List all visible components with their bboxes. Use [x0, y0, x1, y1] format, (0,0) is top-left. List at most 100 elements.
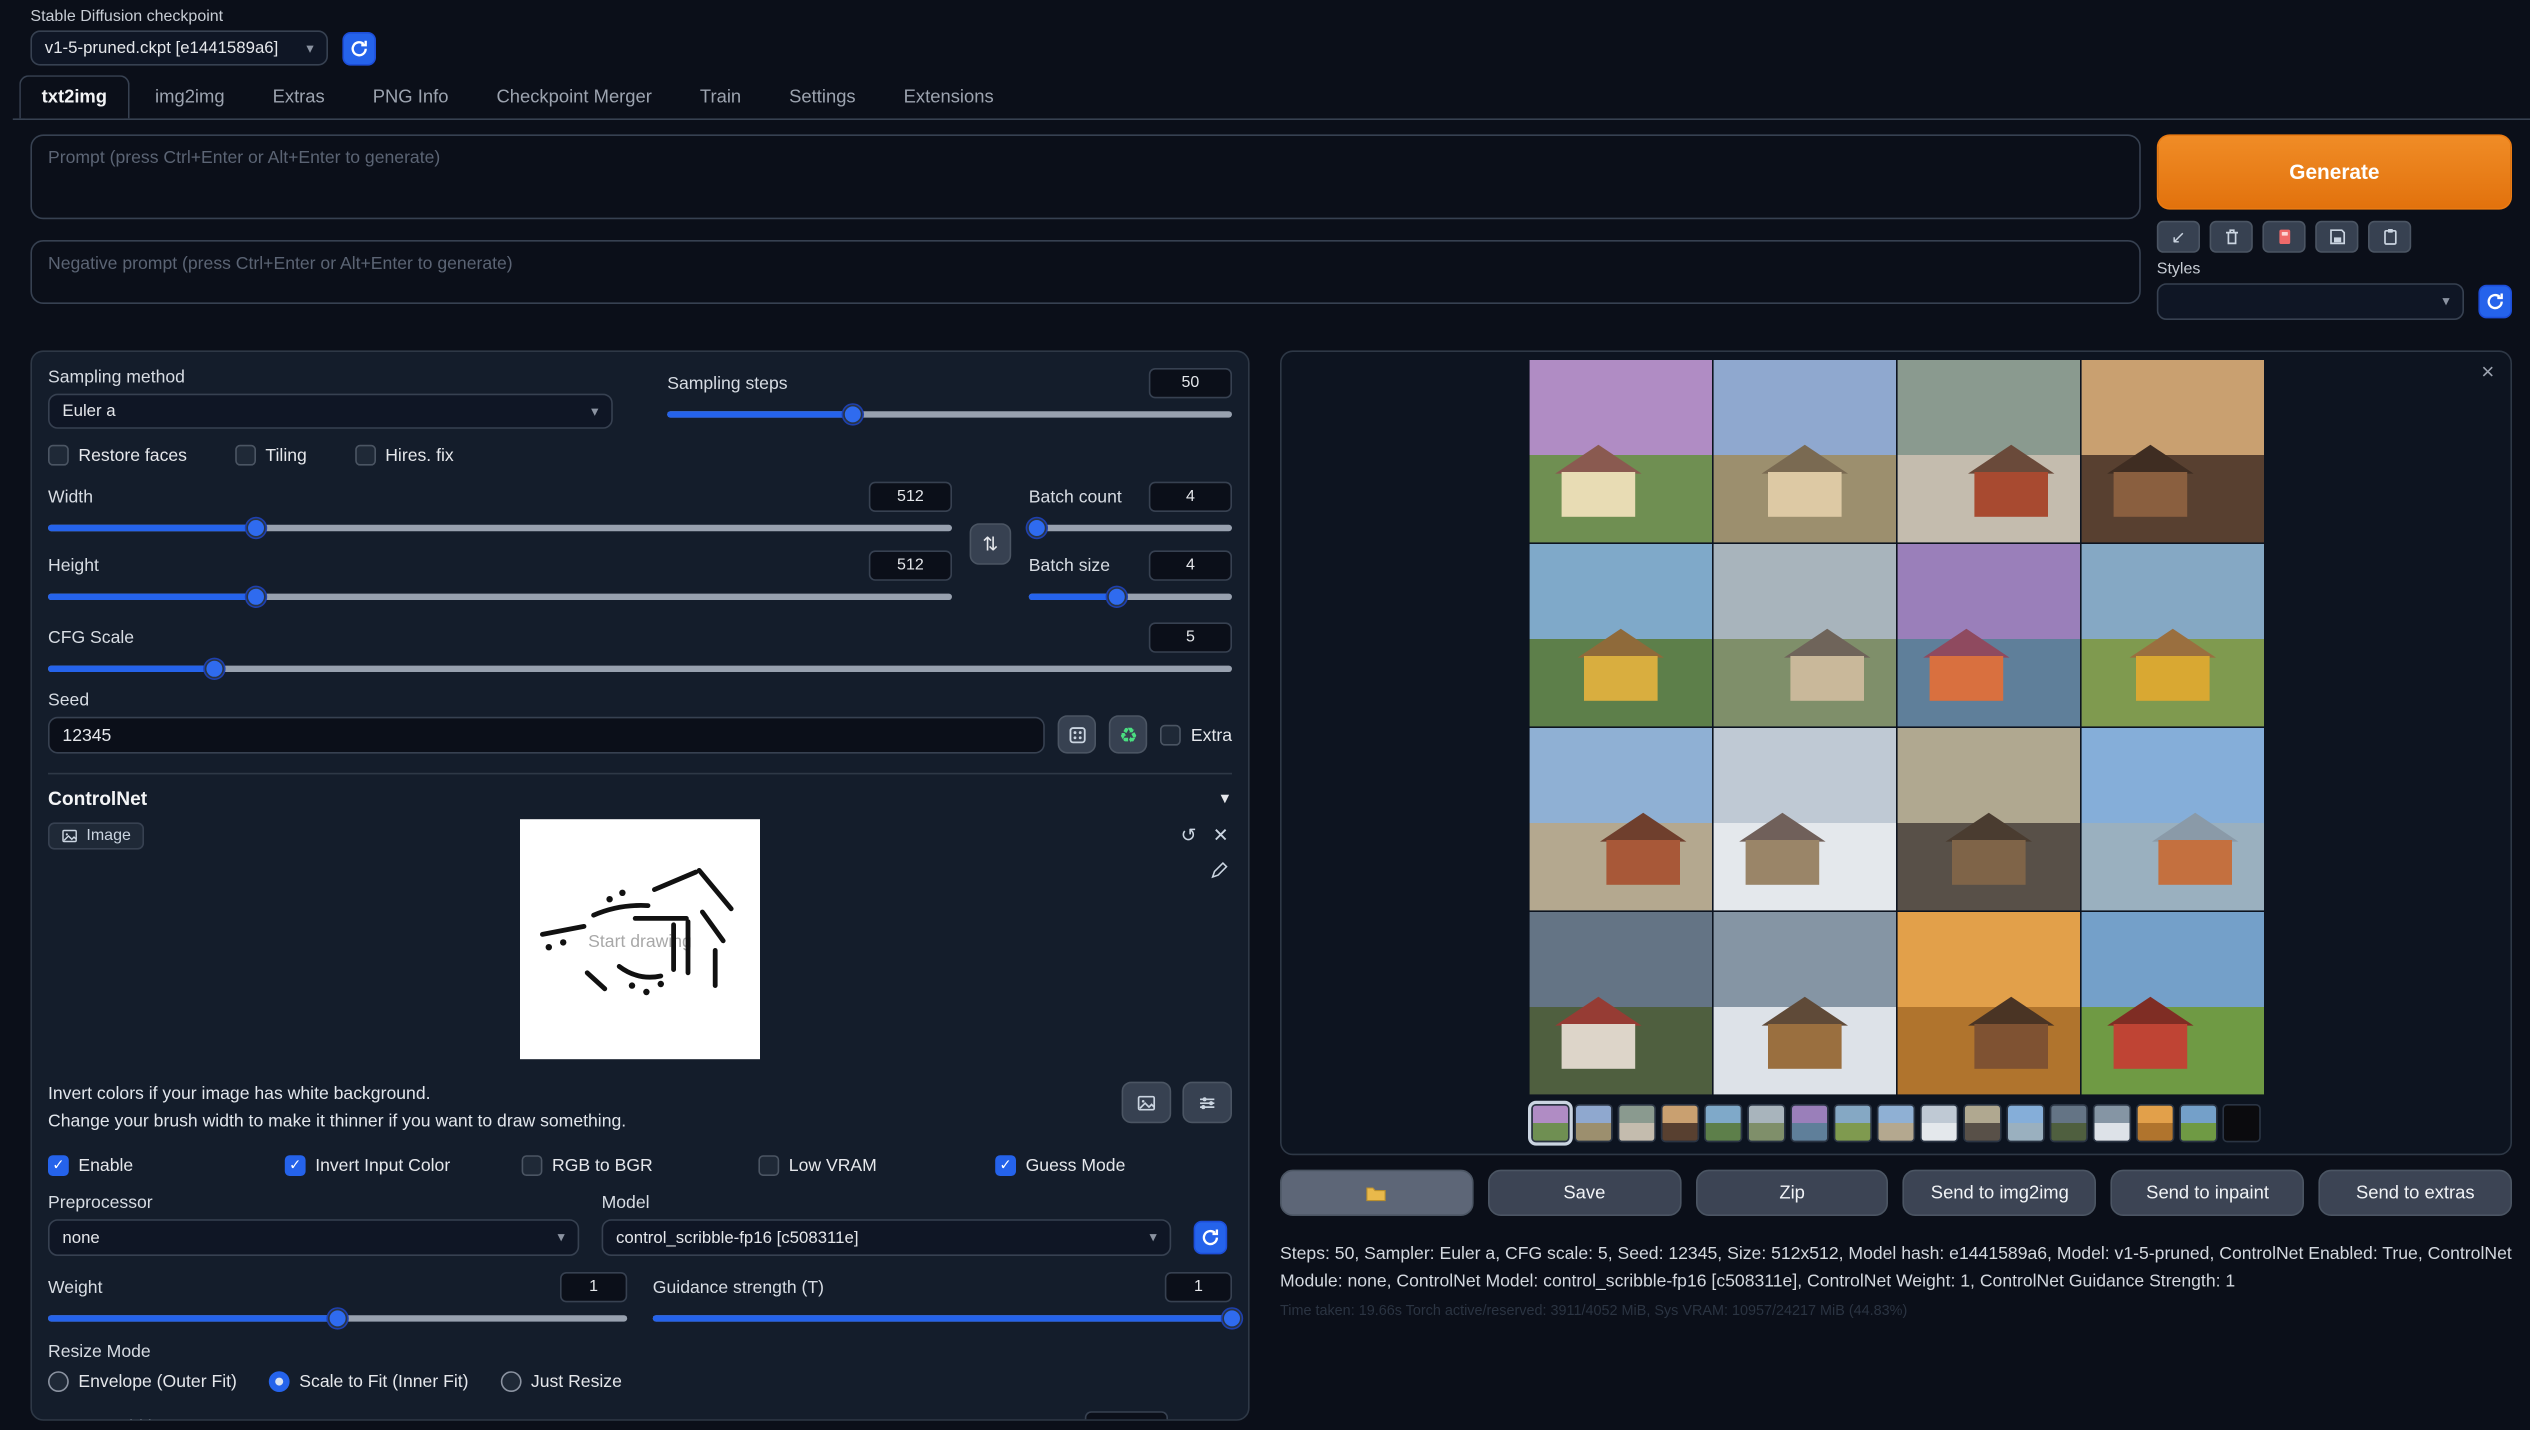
close-gallery-button[interactable]: × — [2481, 360, 2494, 382]
low-vram-checkbox[interactable]: Low VRAM — [758, 1155, 995, 1176]
gallery-image-6[interactable] — [1713, 544, 1895, 726]
gallery-image-11[interactable] — [1897, 728, 2079, 910]
zip-button[interactable]: Zip — [1695, 1170, 1888, 1216]
gallery-image-7[interactable] — [1897, 544, 2079, 726]
gallery-thumbnail-10[interactable] — [1920, 1104, 1958, 1142]
slider-thumb[interactable] — [1107, 587, 1126, 606]
slider-thumb[interactable] — [844, 405, 863, 424]
gallery-image-12[interactable] — [2081, 728, 2263, 910]
cfg-scale-value[interactable]: 5 — [1149, 622, 1232, 652]
guidance-strength-slider[interactable] — [653, 1315, 1232, 1321]
invert-input-color-checkbox[interactable]: Invert Input Color — [285, 1155, 522, 1176]
cfg-scale-slider[interactable] — [48, 666, 1232, 672]
tab-png-info[interactable]: PNG Info — [350, 75, 471, 118]
slider-thumb[interactable] — [1222, 1309, 1241, 1328]
height-value[interactable]: 512 — [869, 550, 952, 580]
save-button[interactable]: Save — [1488, 1170, 1681, 1216]
controlnet-weight-slider[interactable] — [48, 1315, 627, 1321]
resize-option-scale-to-fit-inner-fit-[interactable]: Scale to Fit (Inner Fit) — [269, 1371, 469, 1392]
gallery-image-13[interactable] — [1529, 912, 1711, 1094]
batch-count-value[interactable]: 4 — [1149, 482, 1232, 512]
controlnet-drawing-canvas[interactable]: Start drawing — [520, 819, 760, 1059]
prompt-input[interactable] — [30, 134, 2140, 219]
sampling-method-dropdown[interactable]: Euler a ▾ — [48, 394, 613, 429]
paste-params-button[interactable]: ↙ — [2157, 221, 2200, 253]
batch-size-value[interactable]: 4 — [1149, 550, 1232, 580]
checkpoint-dropdown[interactable]: v1-5-pruned.ckpt [e1441589a6] ▾ — [30, 30, 328, 65]
open-output-folder-button[interactable] — [1280, 1170, 1473, 1216]
guess-mode-checkbox[interactable]: Guess Mode — [995, 1155, 1232, 1176]
seed-extra-checkbox[interactable]: Extra — [1161, 725, 1233, 746]
tab-img2img[interactable]: img2img — [133, 75, 247, 118]
gallery-thumbnail-8[interactable] — [1834, 1104, 1872, 1142]
tab-extensions[interactable]: Extensions — [881, 75, 1016, 118]
gallery-thumbnail-11[interactable] — [1963, 1104, 2001, 1142]
negative-prompt-input[interactable] — [30, 240, 2140, 304]
gallery-image-5[interactable] — [1529, 544, 1711, 726]
gallery-thumbnail-1[interactable] — [1531, 1104, 1569, 1142]
gallery-image-16[interactable] — [2081, 912, 2263, 1094]
send-to-inpaint-button[interactable]: Send to inpaint — [2111, 1170, 2304, 1216]
random-seed-button[interactable] — [1058, 715, 1096, 753]
extra-networks-button[interactable] — [2262, 221, 2305, 253]
hires-fix-checkbox[interactable]: Hires. fix — [355, 445, 454, 466]
resize-option-just-resize[interactable]: Just Resize — [501, 1371, 622, 1392]
gallery-image-3[interactable] — [1897, 360, 2079, 542]
refresh-styles-button[interactable] — [2478, 285, 2512, 319]
tiling-checkbox[interactable]: Tiling — [235, 445, 307, 466]
swap-width-height-button[interactable]: ⇅ — [970, 523, 1012, 565]
refresh-checkpoints-button[interactable] — [342, 31, 376, 65]
send-to-img2img-button[interactable]: Send to img2img — [1903, 1170, 2096, 1216]
controlnet-accordion-header[interactable]: ControlNet ▼ — [48, 787, 1232, 809]
gallery-image-9[interactable] — [1529, 728, 1711, 910]
brush-tool-button[interactable] — [1210, 861, 1229, 880]
slider-thumb[interactable] — [246, 518, 265, 537]
gallery-image-8[interactable] — [2081, 544, 2263, 726]
slider-thumb[interactable] — [328, 1309, 347, 1328]
canvas-width-value[interactable]: 512 — [1085, 1411, 1168, 1421]
gallery-image-10[interactable] — [1713, 728, 1895, 910]
tab-train[interactable]: Train — [678, 75, 764, 118]
controlnet-enable-checkbox[interactable]: Enable — [48, 1155, 285, 1176]
slider-thumb[interactable] — [246, 587, 265, 606]
gallery-thumbnail-9[interactable] — [1877, 1104, 1915, 1142]
gallery-thumbnail-4[interactable] — [1661, 1104, 1699, 1142]
gallery-image-15[interactable] — [1897, 912, 2079, 1094]
restore-faces-checkbox[interactable]: Restore faces — [48, 445, 187, 466]
gallery-image-1[interactable] — [1529, 360, 1711, 542]
clear-prompt-button[interactable] — [2210, 221, 2253, 253]
gallery-thumbnail-3[interactable] — [1618, 1104, 1656, 1142]
gallery-thumbnail-2[interactable] — [1574, 1104, 1612, 1142]
rgb-to-bgr-checkbox[interactable]: RGB to BGR — [522, 1155, 759, 1176]
undo-drawing-button[interactable]: ↺ — [1181, 826, 1197, 845]
adjustments-button[interactable] — [1182, 1082, 1232, 1124]
new-canvas-button[interactable] — [1122, 1082, 1172, 1124]
refresh-controlnet-models-button[interactable] — [1194, 1221, 1228, 1255]
gallery-thumbnail-13[interactable] — [2050, 1104, 2088, 1142]
seed-input[interactable] — [48, 717, 1045, 754]
gallery-thumbnail-7[interactable] — [1790, 1104, 1828, 1142]
tab-checkpoint-merger[interactable]: Checkpoint Merger — [474, 75, 674, 118]
controlnet-model-dropdown[interactable]: control_scribble-fp16 [c508311e] ▾ — [602, 1219, 1172, 1256]
guidance-strength-value[interactable]: 1 — [1165, 1272, 1232, 1302]
slider-thumb[interactable] — [1027, 518, 1046, 537]
sampling-steps-slider[interactable] — [667, 411, 1232, 417]
controlnet-weight-value[interactable]: 1 — [560, 1272, 627, 1302]
generate-button[interactable]: Generate — [2157, 134, 2512, 209]
gallery-thumbnail-6[interactable] — [1747, 1104, 1785, 1142]
width-value[interactable]: 512 — [869, 482, 952, 512]
gallery-image-4[interactable] — [2081, 360, 2263, 542]
gallery-thumbnail-14[interactable] — [2093, 1104, 2131, 1142]
gallery-thumbnail-5[interactable] — [1704, 1104, 1742, 1142]
gallery-image-14[interactable] — [1713, 912, 1895, 1094]
controlnet-image-tab[interactable]: Image — [48, 822, 144, 849]
clear-image-button[interactable]: ✕ — [1213, 826, 1229, 845]
gallery-image-2[interactable] — [1713, 360, 1895, 542]
batch-count-slider[interactable] — [1029, 525, 1232, 531]
width-slider[interactable] — [48, 525, 952, 531]
gallery-thumbnail-16[interactable] — [2179, 1104, 2217, 1142]
styles-dropdown[interactable]: ▾ — [2157, 283, 2464, 320]
tab-txt2img[interactable]: txt2img — [19, 75, 129, 118]
tab-settings[interactable]: Settings — [767, 75, 878, 118]
resize-option-envelope-outer-fit-[interactable]: Envelope (Outer Fit) — [48, 1371, 237, 1392]
